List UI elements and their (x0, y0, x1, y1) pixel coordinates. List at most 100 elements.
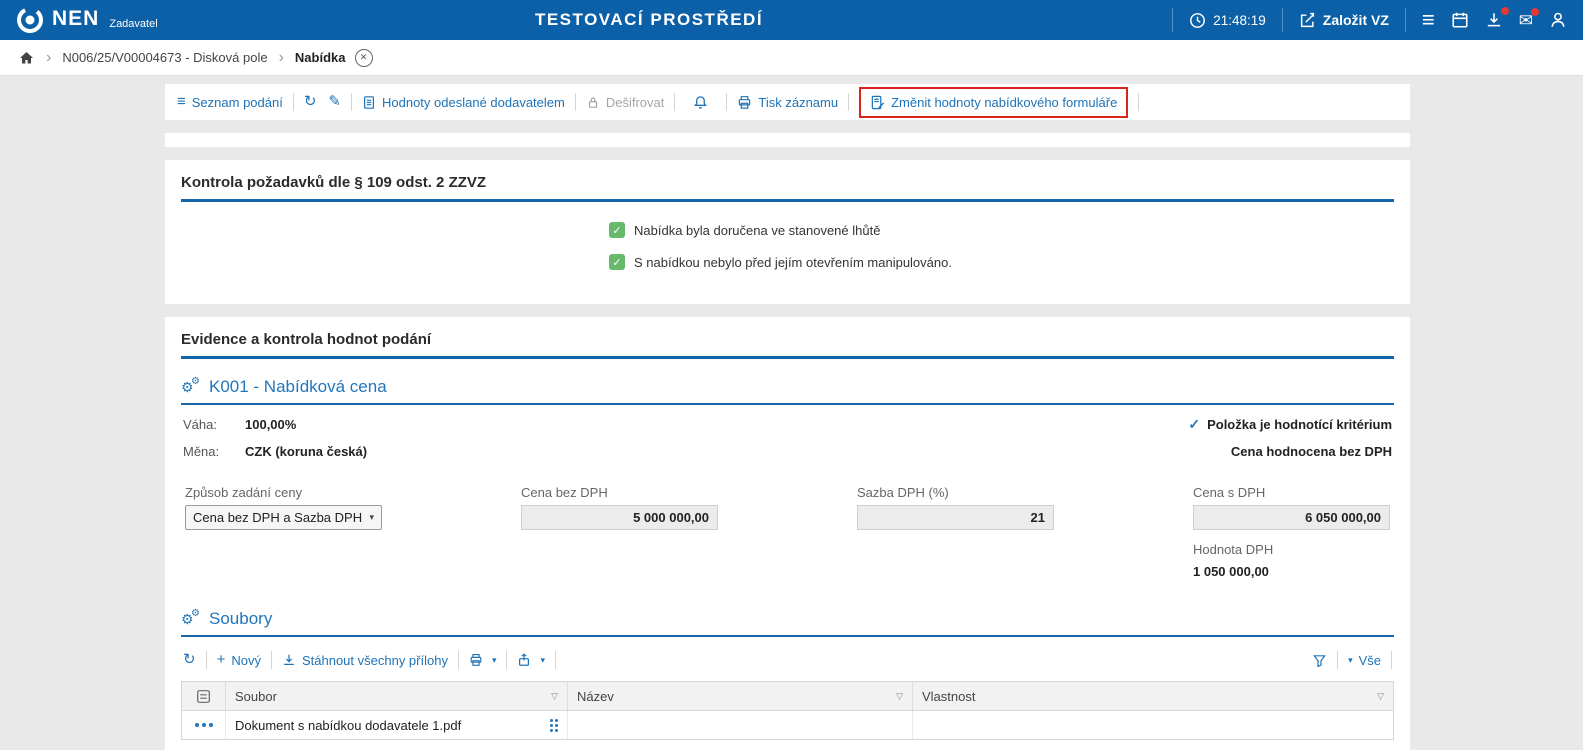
cena-bez-dph-input[interactable] (521, 505, 718, 530)
home-icon[interactable] (18, 50, 35, 66)
zmenit-hodnoty-label: Změnit hodnoty nabídkového formuláře (891, 95, 1117, 110)
refresh-button[interactable]: ↻ (304, 95, 317, 109)
record-toolbar: ≡ Seznam podání ↻ ✎ Hodnoty odeslané dod… (165, 84, 1410, 120)
kriterium-flag: ✓ Položka je hodnotící kritérium (1188, 416, 1392, 433)
calendar-button[interactable] (1451, 11, 1469, 29)
mena-value: CZK (koruna česká) (245, 444, 367, 459)
column-header-soubor-label: Soubor (235, 689, 277, 704)
stahnout-prilohy-button[interactable]: Stáhnout všechny přílohy (282, 653, 448, 668)
calendar-icon (1451, 11, 1469, 29)
desifrovat-button[interactable]: Dešifrovat (586, 95, 665, 110)
bez-dph-flag: Cena hodnocena bez DPH (1231, 444, 1392, 459)
divider (1391, 651, 1392, 669)
vse-filter-button[interactable]: ▾ Vše (1348, 653, 1381, 668)
zpusob-label: Způsob zadání ceny (185, 485, 382, 500)
cena-s-dph-input[interactable] (1193, 505, 1390, 530)
divider (293, 93, 294, 111)
export-button[interactable]: ▾ (517, 653, 545, 667)
kontrola-title: Kontrola požadavků dle § 109 odst. 2 ZZV… (181, 174, 1394, 191)
price-form-row: Způsob zadání ceny Cena bez DPH a Sazba … (181, 485, 1394, 530)
hamburger-icon: ≡ (1422, 10, 1435, 30)
vaha-label: Váha: (183, 417, 245, 432)
chevron-icon: › (279, 51, 284, 65)
column-settings-button[interactable] (182, 682, 226, 710)
clock-display: 21:48:19 (1189, 12, 1266, 29)
nen-logo[interactable]: NEN Zadavatel (16, 6, 158, 34)
divider (206, 651, 207, 669)
download-icon (282, 653, 296, 667)
chevron-down-icon: ▾ (540, 655, 545, 666)
table-row: Dokument s nabídkou dodavatele 1.pdf (182, 711, 1393, 740)
hodnoty-odeslane-label: Hodnoty odeslané dodavatelem (382, 95, 565, 110)
funnel-icon (1312, 653, 1327, 668)
notifications-button[interactable] (693, 95, 708, 110)
seznam-podani-button[interactable]: ≡ Seznam podání (177, 95, 283, 110)
subsection-rule (181, 403, 1394, 405)
menu-button[interactable]: ≡ (1422, 10, 1435, 30)
column-header-nazev-label: Název (577, 689, 614, 704)
hodnoty-odeslane-button[interactable]: Hodnoty odeslané dodavatelem (362, 95, 565, 110)
messages-button[interactable]: ✉ (1519, 12, 1533, 29)
zmenit-hodnoty-button[interactable]: Změnit hodnoty nabídkového formuláře (870, 95, 1117, 110)
breadcrumb-item-procurement[interactable]: N006/25/V00004673 - Disková pole (62, 50, 267, 65)
refresh-icon: ↻ (304, 95, 317, 109)
download-badge (1501, 7, 1509, 15)
filter-triangle-icon[interactable]: ▽ (1377, 691, 1384, 702)
filter-triangle-icon[interactable]: ▽ (551, 691, 558, 702)
soubory-refresh-button[interactable]: ↻ (183, 653, 196, 667)
sazba-dph-label: Sazba DPH (%) (857, 485, 1054, 500)
column-header-vlastnost[interactable]: Vlastnost ▽ (913, 682, 1393, 710)
novy-button[interactable]: + Nový (217, 653, 261, 668)
zpusob-select[interactable]: Cena bez DPH a Sazba DPH ▾ (185, 505, 382, 530)
k001-heading: ⚙⚙ K001 - Nabídková cena (181, 377, 1394, 397)
k001-title: K001 - Nabídková cena (209, 377, 387, 397)
divider (1138, 93, 1139, 111)
form-edit-icon (870, 95, 885, 110)
cena-s-dph-label: Cena s DPH (1193, 485, 1390, 500)
main-content: ≡ Seznam podání ↻ ✎ Hodnoty odeslané dod… (165, 84, 1410, 750)
mena-row: Měna: CZK (koruna česká) Cena hodnocena … (181, 444, 1394, 459)
document-icon (362, 95, 376, 110)
checkbox-checked-icon[interactable]: ✓ (609, 222, 625, 238)
create-vz-button[interactable]: Založit VZ (1299, 12, 1389, 29)
close-tab-icon[interactable]: ✕ (355, 49, 373, 67)
row-menu-button[interactable] (182, 711, 226, 739)
breadcrumb-item-nabidka[interactable]: Nabídka (295, 50, 346, 65)
column-header-soubor[interactable]: Soubor ▽ (226, 682, 568, 710)
check-label-lhuta: Nabídka byla doručena ve stanovené lhůtě (634, 223, 880, 238)
cell-nazev (568, 711, 913, 739)
divider (1337, 651, 1338, 669)
drag-handle-icon[interactable] (550, 719, 558, 732)
download-icon (1485, 11, 1503, 29)
cell-soubor[interactable]: Dokument s nabídkou dodavatele 1.pdf (226, 711, 568, 739)
printer-icon (737, 95, 752, 110)
hodnota-dph-field: Hodnota DPH 1 050 000,00 (1193, 542, 1390, 579)
ellipsis-icon (195, 723, 213, 727)
evidence-section: Evidence a kontrola hodnot podání ⚙⚙ K00… (165, 317, 1410, 750)
hodnota-dph-label: Hodnota DPH (1193, 542, 1390, 557)
sazba-dph-input[interactable] (857, 505, 1054, 530)
gears-icon: ⚙⚙ (181, 610, 201, 628)
soubory-toolbar: ↻ + Nový Stáhnout všechny přílohy (181, 645, 1394, 675)
list-icon: ≡ (177, 95, 186, 109)
downloads-button[interactable] (1485, 11, 1503, 29)
cena-bez-dph-label: Cena bez DPH (521, 485, 718, 500)
bell-icon (693, 95, 708, 110)
novy-label: Nový (231, 653, 261, 668)
soubory-print-button[interactable]: ▾ (469, 653, 497, 667)
filter-triangle-icon[interactable]: ▽ (896, 691, 903, 702)
chevron-down-icon: ▾ (1348, 655, 1353, 666)
section-rule (181, 356, 1394, 359)
column-header-vlastnost-label: Vlastnost (922, 689, 975, 704)
tisk-zaznamu-button[interactable]: Tisk záznamu (737, 95, 838, 110)
tisk-zaznamu-label: Tisk záznamu (758, 95, 838, 110)
filter-button[interactable] (1312, 653, 1327, 668)
chevron-down-icon: ▾ (492, 655, 497, 666)
checkbox-checked-icon[interactable]: ✓ (609, 254, 625, 270)
pencil-icon: ✎ (328, 95, 341, 109)
edit-button[interactable]: ✎ (328, 95, 341, 109)
profile-button[interactable] (1549, 11, 1567, 29)
column-header-nazev[interactable]: Název ▽ (568, 682, 913, 710)
desifrovat-label: Dešifrovat (606, 95, 665, 110)
messages-badge (1531, 8, 1539, 16)
